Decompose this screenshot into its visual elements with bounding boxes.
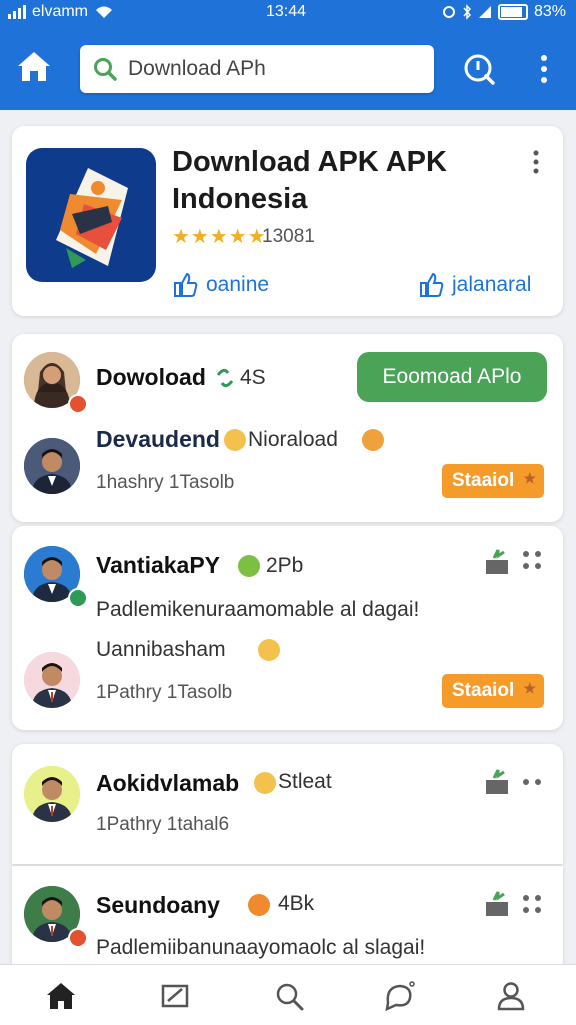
chat-icon[interactable]: [382, 979, 416, 1013]
download-apk-button[interactable]: Eoomoad APlo: [357, 352, 547, 402]
post-meta: 4S: [240, 366, 266, 389]
avatar[interactable]: [24, 438, 80, 494]
rate-label: jalanaral: [452, 273, 532, 296]
emoji-icon: [238, 555, 260, 577]
post-stats: 1Pathry 1tahal6: [96, 814, 230, 835]
app-title: Download APK APK Indonesia: [172, 146, 447, 215]
post-author: Dowoload: [96, 364, 206, 390]
post-meta: 2Pb: [266, 554, 304, 577]
post-stats: 1hashry 1Tasolb: [96, 472, 235, 493]
feed-card: Seundoany 4Bk Padlemiibanunaayomaolc al …: [12, 866, 563, 976]
star-icon: ★: [523, 680, 536, 696]
clock: 13:44: [266, 3, 307, 20]
more-dots-icon[interactable]: [520, 548, 546, 576]
thumbs-up-icon: [174, 272, 198, 297]
post-author: Seundoany: [96, 892, 220, 918]
status-badge: [68, 394, 88, 414]
edit-icon[interactable]: [158, 979, 192, 1013]
post-meta: Nioraload: [248, 428, 338, 451]
install-button[interactable]: Staaiol ★: [442, 464, 544, 498]
post-meta: Stleat: [278, 770, 332, 793]
avatar[interactable]: [24, 652, 80, 708]
alarm-icon: [442, 6, 455, 18]
profile-icon[interactable]: [494, 979, 528, 1013]
smile-emoji-icon: [224, 429, 246, 451]
install-button[interactable]: Staaiol ★: [442, 674, 544, 708]
wifi-icon: [96, 6, 113, 18]
heart-eyes-emoji-icon: [362, 429, 384, 451]
app-bar: [0, 26, 576, 110]
bottom-navigation: [0, 964, 576, 1025]
like-label: oanine: [206, 273, 270, 296]
post-text: Padlemiibanunaayomaolc al slagai!: [96, 936, 426, 959]
install-label: Staaiol: [452, 470, 515, 491]
avatar[interactable]: [24, 766, 80, 822]
search-bar[interactable]: [80, 45, 434, 93]
bookmark-icon[interactable]: [484, 890, 510, 918]
search-input[interactable]: [126, 56, 420, 82]
post-meta: 4Bk: [278, 892, 315, 915]
battery-icon: [497, 4, 528, 20]
heart-eyes-emoji-icon: [258, 639, 280, 661]
emoji-icon: [248, 894, 270, 916]
star-icon: ★: [523, 470, 536, 486]
bookmark-icon[interactable]: [484, 548, 510, 576]
home-icon[interactable]: [44, 979, 78, 1013]
search-icon: [94, 58, 117, 81]
carrier-label: elvamm: [32, 3, 89, 20]
post-author: Aokidvlamab: [96, 770, 240, 796]
battery-label: 83%: [533, 3, 566, 20]
post-author: VantiakaPY: [96, 552, 221, 578]
like-button[interactable]: oanine: [172, 272, 269, 298]
link-icon: [216, 368, 234, 388]
rating-stars: ★★★★★: [172, 226, 267, 248]
app-card[interactable]: Download APK APK Indonesia ★★★★★ 13081 o…: [12, 126, 563, 316]
verified-badge: [68, 588, 88, 608]
smile-emoji-icon: [254, 772, 276, 794]
feed-card: VantiakaPY 2Pb Padlemikenuraamomable al …: [12, 526, 563, 730]
more-dots-icon[interactable]: [520, 890, 546, 918]
bookmark-icon[interactable]: [484, 768, 510, 796]
signal-strength-icon: [478, 6, 491, 18]
post-text: Padlemikenuraamomable al dagai!: [96, 598, 420, 621]
post-stats: 1Pathry 1Tasolb: [96, 682, 233, 703]
signal-icon: [8, 5, 26, 19]
more-dots-icon[interactable]: [520, 768, 546, 796]
more-vertical-icon[interactable]: [532, 52, 556, 86]
info-icon[interactable]: [462, 52, 496, 86]
feed-card: Aokidvlamab Stleat 1Pathry 1tahal6: [12, 744, 563, 864]
home-icon[interactable]: [16, 48, 52, 84]
rating-count: 13081: [262, 226, 315, 247]
app-icon: [26, 148, 156, 282]
search-icon[interactable]: [272, 979, 306, 1013]
rate-button[interactable]: jalanaral: [418, 272, 531, 298]
thumbs-up-icon: [420, 272, 444, 297]
install-label: Staaiol: [452, 680, 515, 701]
bluetooth-icon: [463, 4, 471, 20]
feed-card: Dowoload 4S Eoomoad APlo Devaudend Niora…: [12, 334, 563, 522]
more-vertical-icon[interactable]: [528, 148, 544, 176]
status-badge: [68, 928, 88, 948]
post-text: Uannibasham: [96, 638, 226, 661]
post-author: Devaudend: [96, 426, 220, 452]
status-bar: elvamm 13:44 83%: [0, 0, 576, 26]
